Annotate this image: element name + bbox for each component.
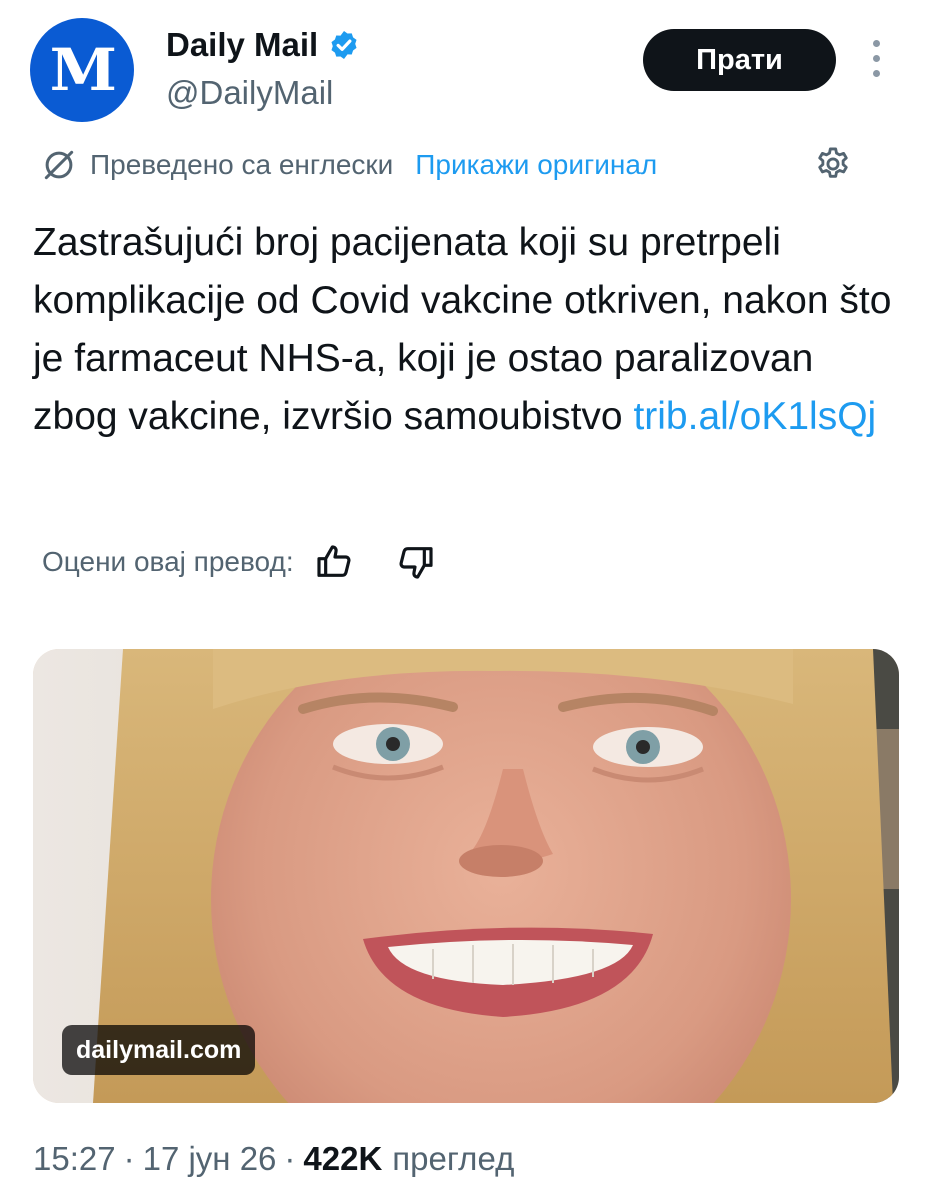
meta-separator: · (284, 1140, 296, 1177)
tweet-date[interactable]: 17 јун 26 (143, 1140, 277, 1178)
author-avatar[interactable]: M (30, 18, 134, 122)
thumbs-down-icon[interactable] (396, 542, 436, 582)
media-source-badge[interactable]: dailymail.com (62, 1025, 256, 1075)
avatar-logo: M (49, 36, 116, 104)
show-original-link[interactable]: Прикажи оригинал (415, 149, 657, 181)
tweet-text: Zastrašujući broj pacijenata koji su pre… (33, 214, 908, 446)
author-handle[interactable]: @DailyMail (166, 74, 333, 112)
verified-badge-icon (331, 31, 357, 59)
thumbs-up-icon[interactable] (314, 542, 354, 582)
tweet-meta: 15:27 · 17 јун 26 · 422K преглед (33, 1140, 514, 1178)
views-label: преглед (392, 1140, 515, 1177)
gear-icon[interactable] (814, 145, 852, 183)
translated-label: Преведено са енглески (90, 149, 394, 180)
author-name-row: Daily Mail (166, 26, 360, 64)
views-count[interactable]: 422K (303, 1140, 382, 1178)
tweet-time[interactable]: 15:27 (33, 1140, 116, 1178)
translation-bar: Преведено са енглески Прикажи оригинал (40, 143, 657, 187)
rate-translation-label: Оцени овај превод: (42, 546, 294, 577)
more-options-icon[interactable] (866, 40, 886, 84)
rate-translation-row: Оцени овај превод: (42, 538, 436, 586)
meta-separator: · (123, 1140, 135, 1177)
author-name[interactable]: Daily Mail (166, 26, 318, 64)
tweet-link[interactable]: trib.al/oK1lsQj (633, 395, 876, 438)
translate-icon (44, 150, 74, 180)
follow-button[interactable]: Прати (643, 29, 836, 91)
